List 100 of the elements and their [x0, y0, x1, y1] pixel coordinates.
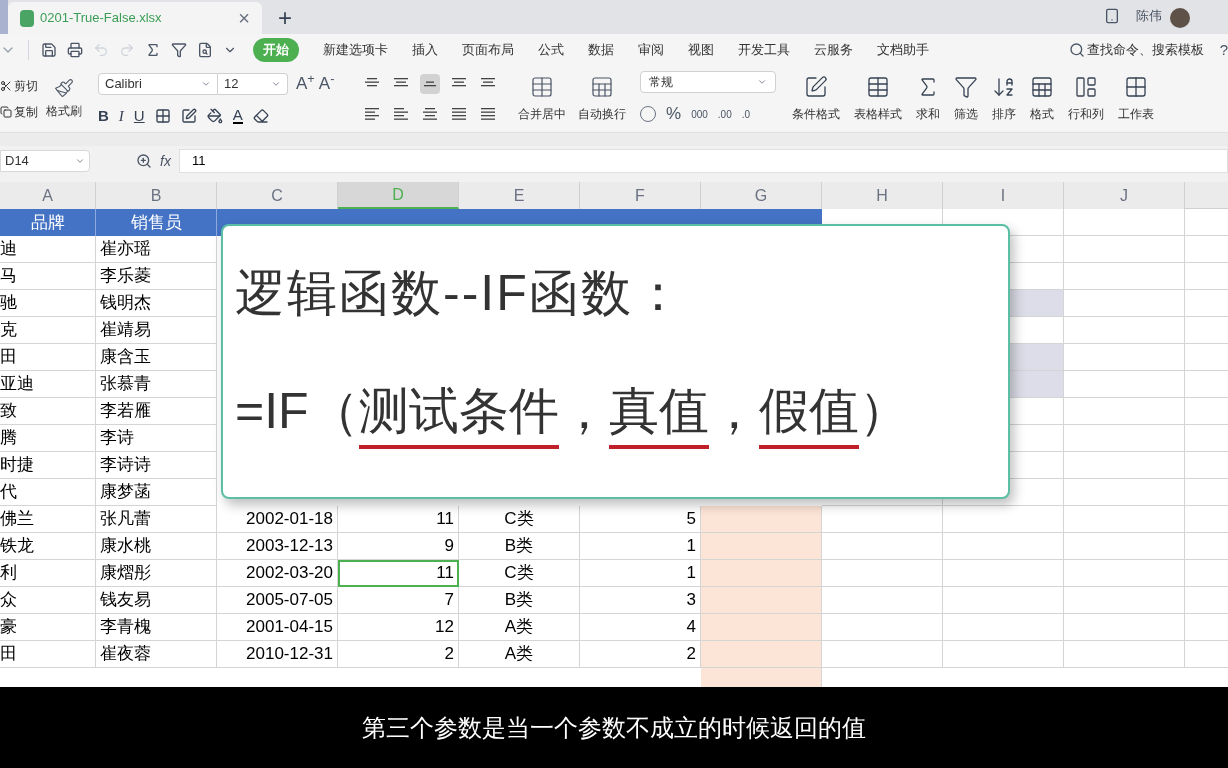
sheet-icon [1124, 75, 1148, 99]
table-cell: 李诗 [96, 425, 217, 452]
ribbon-tool-button[interactable]: 排序 [992, 75, 1016, 123]
format-painter-button[interactable]: 格式刷 [42, 78, 86, 120]
shrink-font-button[interactable]: A$^{-}$ [318, 71, 335, 97]
table-cell[interactable]: 12 [338, 614, 459, 641]
save-icon[interactable] [41, 42, 57, 58]
table-cell: 李乐菱 [96, 263, 217, 290]
cell-reference-field[interactable]: D14 [0, 150, 90, 172]
table-cell: 众 [0, 587, 96, 614]
ribbon-tool-button[interactable]: 行和列 [1068, 75, 1104, 123]
merge-center-button[interactable]: 合并居中 [518, 75, 566, 123]
copy-button[interactable]: 复制 [0, 103, 42, 121]
wrap-text-button[interactable]: 自动换行 [578, 75, 626, 123]
menu-tab[interactable]: 页面布局 [462, 40, 514, 60]
ribbon-tool-button[interactable]: 格式 [1030, 75, 1054, 123]
table-cell[interactable]: 11 [338, 560, 459, 587]
thousands-button[interactable]: 000 [691, 106, 708, 122]
font-size-field[interactable]: 12 [218, 72, 288, 95]
print-icon[interactable] [67, 42, 83, 58]
table-cell: B类 [459, 533, 580, 560]
table-cell: 利 [0, 560, 96, 587]
filter-icon[interactable] [171, 42, 187, 58]
fill-color-icon[interactable] [206, 107, 223, 124]
zoom-icon[interactable] [136, 153, 152, 169]
table-cell: 克 [0, 317, 96, 344]
menu-tab[interactable]: 文档助手 [877, 40, 929, 60]
table-cell: 康梦菡 [96, 479, 217, 506]
sidebar-strip [0, 0, 8, 34]
eraser-icon[interactable] [252, 107, 269, 124]
menu-tab[interactable]: 数据 [588, 40, 614, 60]
menu-tab[interactable]: 视图 [688, 40, 714, 60]
table-cell: 马 [0, 263, 96, 290]
bold-button[interactable]: B [98, 104, 109, 127]
italic-button[interactable]: I [118, 104, 124, 127]
formula-part: ， [558, 382, 609, 441]
border-icon[interactable] [154, 107, 171, 124]
scissors-icon [0, 80, 12, 92]
align-icon [480, 107, 496, 121]
document-title: 0201-True-False.xlsx [40, 9, 163, 28]
font-field[interactable]: Calibri [98, 72, 218, 95]
table-cell: 钱友易 [96, 587, 217, 614]
table-cell: 康水桃 [96, 533, 217, 560]
table-cell: 康含玉 [96, 344, 217, 371]
table-cell: 代 [0, 479, 96, 506]
sum-icon[interactable] [145, 42, 161, 58]
column-header[interactable]: H [822, 182, 943, 209]
search-icon[interactable] [1068, 42, 1085, 58]
document-tab[interactable]: 0201-True-False.xlsx × [8, 2, 262, 34]
table-cell: 田 [0, 344, 96, 371]
menu-tab[interactable]: 公式 [538, 40, 564, 60]
menu-tab[interactable]: 新建选项卡 [323, 40, 388, 60]
user-avatar[interactable] [1170, 8, 1190, 28]
table-cell: 驰 [0, 290, 96, 317]
ribbon-tool-button[interactable]: 条件格式 [792, 75, 840, 123]
table-cell: C类 [459, 506, 580, 533]
number-format-field[interactable]: 常规 [640, 71, 776, 94]
grow-font-button[interactable]: A$^{+}$ [296, 71, 315, 97]
table-cell: 2002-01-18 [217, 506, 338, 533]
menu-tab[interactable]: 云服务 [814, 40, 853, 60]
column-header[interactable]: I [943, 182, 1064, 209]
percent-button[interactable]: % [666, 101, 682, 127]
rows-columns-icon [1074, 75, 1098, 99]
filter-icon [954, 75, 978, 99]
device-icon[interactable] [1104, 8, 1120, 24]
column-header[interactable]: J [1064, 182, 1185, 209]
cut-button[interactable]: 剪切 [0, 77, 42, 95]
table-cell: 亚迪 [0, 371, 96, 398]
table-cell: 迪 [0, 236, 96, 263]
user-name[interactable]: 陈伟 [1136, 5, 1162, 25]
function-button[interactable]: fx [160, 150, 171, 172]
align-button[interactable] [420, 74, 440, 94]
ribbon-tool-button[interactable]: 筛选 [954, 75, 978, 123]
increase-decimal-button[interactable]: .00 [717, 106, 732, 122]
close-button[interactable]: × [238, 8, 250, 28]
ribbon-tool-button[interactable]: 表格样式 [854, 75, 902, 123]
menu-tab[interactable]: 审阅 [638, 40, 664, 60]
menu-tab[interactable]: 开发工具 [738, 40, 790, 60]
table-cell[interactable]: 11 [338, 506, 459, 533]
decrease-decimal-button[interactable]: .0 [741, 106, 751, 122]
font-color-button[interactable]: A [232, 107, 243, 125]
formula-part: 假值 [758, 381, 859, 449]
preview-icon[interactable] [197, 42, 213, 58]
search-label[interactable]: 查找命令、搜索模板 [1086, 40, 1204, 60]
menu-tab[interactable]: 插入 [412, 40, 438, 60]
ribbon-tool-button[interactable]: 工作表 [1118, 75, 1154, 123]
new-tab-button[interactable]: + [278, 6, 292, 30]
underline-button[interactable]: U [133, 104, 145, 127]
formula-field[interactable]: 11 [178, 149, 1228, 173]
table-cell: 李青槐 [96, 614, 217, 641]
table-cell: 腾 [0, 425, 96, 452]
help-button[interactable]: ? [1219, 38, 1228, 62]
ribbon-tool-button[interactable]: 求和 [916, 75, 940, 123]
table-cell[interactable]: 9 [338, 533, 459, 560]
video-subtitle: 第三个参数是当一个参数不成立的时候返回的值 [362, 712, 866, 743]
formula-part: ） [858, 382, 909, 441]
cell-style-icon[interactable] [180, 107, 197, 124]
spreadsheet-icon [20, 9, 34, 27]
format-icon [1030, 75, 1054, 99]
table-cell[interactable]: 7 [338, 587, 459, 614]
